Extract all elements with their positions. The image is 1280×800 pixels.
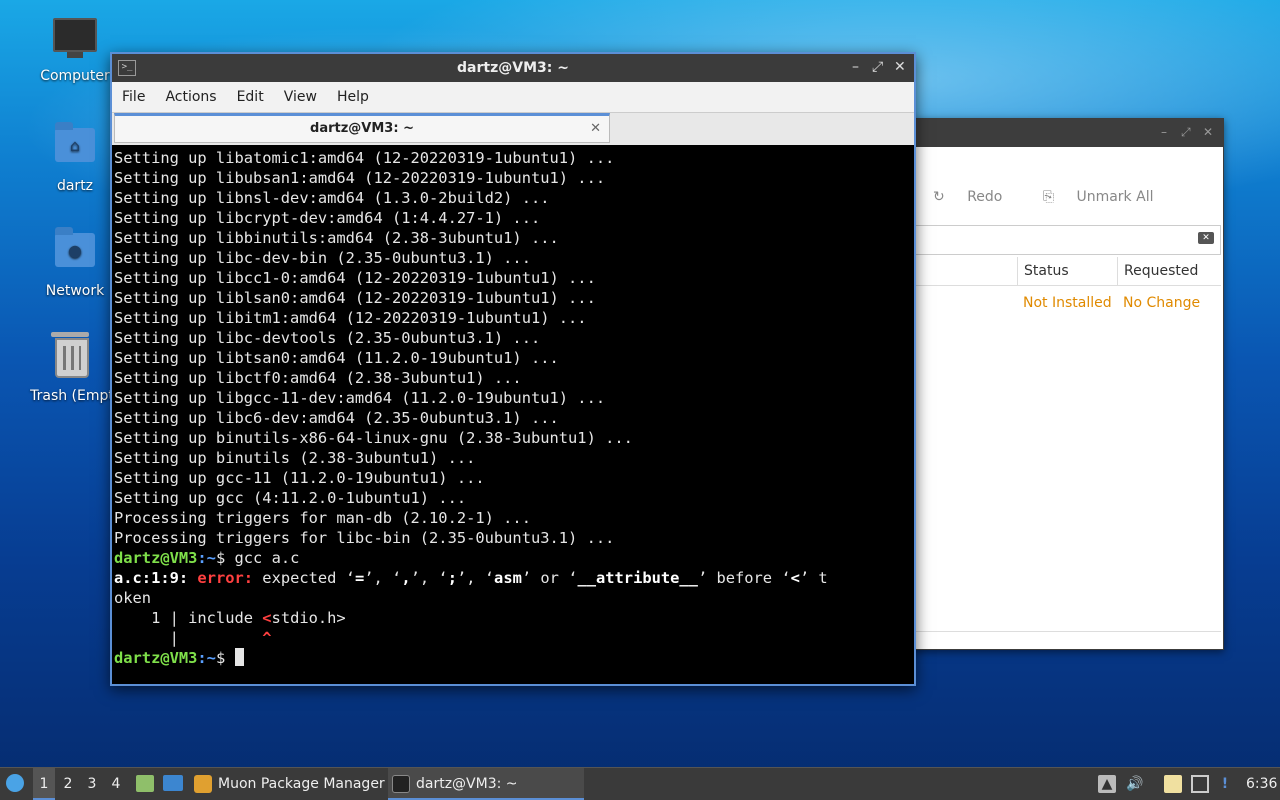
package-row-requested[interactable]: No Change <box>1123 295 1200 311</box>
redo-button[interactable]: ↻ Redo <box>933 189 1020 205</box>
workspace-4[interactable]: 4 <box>105 768 127 800</box>
unmark-all-button[interactable]: ⎘ Unmark All <box>1043 189 1172 205</box>
terminal-tab[interactable]: dartz@VM3: ~ ✕ <box>114 113 610 143</box>
desktop-icon-trash[interactable]: Trash (Empt <box>24 332 120 404</box>
package-row-status[interactable]: Not Installed <box>1023 295 1112 311</box>
error-line-wrap: oken <box>114 589 152 607</box>
output-line: Setting up gcc (4:11.2.0-1ubuntu1) ... <box>114 489 467 507</box>
output-line: Setting up libatomic1:amd64 (12-20220319… <box>114 149 615 167</box>
file-manager-icon <box>136 775 154 792</box>
error-code-line: 1 | include <stdio.h> <box>114 609 346 627</box>
terminal-window[interactable]: >_ dartz@VM3: ~ – ⤢ ✕ File Actions Edit Vie… <box>110 52 916 686</box>
output-line: Setting up libcc1-0:amd64 (12-20220319-1… <box>114 269 596 287</box>
error-marker-line: | ^ <box>114 629 272 647</box>
menu-view[interactable]: View <box>274 82 327 105</box>
command-line: dartz@VM3:~$ gcc a.c <box>114 549 300 567</box>
clock[interactable]: 6:36 <box>1246 768 1277 800</box>
computer-icon <box>53 18 97 62</box>
clear-search-icon[interactable]: ✕ <box>1198 232 1214 244</box>
desktop-icon-label: Trash (Empt <box>30 388 114 404</box>
clipboard-icon[interactable] <box>1164 775 1182 793</box>
output-line: Setting up libgcc-11-dev:amd64 (11.2.0-1… <box>114 389 606 407</box>
volume-icon[interactable]: 🔊 <box>1126 775 1144 793</box>
output-line: Setting up libc6-dev:amd64 (2.35-0ubuntu… <box>114 409 559 427</box>
workspace-3[interactable]: 3 <box>81 768 103 800</box>
terminal-titlebar[interactable]: >_ dartz@VM3: ~ – ⤢ ✕ <box>112 54 914 82</box>
muon-search-input[interactable]: ✕ <box>913 225 1221 255</box>
desktop-icon-label: Computer <box>40 68 110 84</box>
output-line: Setting up binutils (2.38-3ubuntu1) ... <box>114 449 476 467</box>
output-line: Setting up libc-devtools (2.35-0ubuntu3.… <box>114 329 541 347</box>
terminal-menubar: File Actions Edit View Help <box>112 82 914 113</box>
terminal-title: dartz@VM3: ~ <box>457 60 569 76</box>
trash-icon <box>50 332 94 382</box>
output-line: Processing triggers for man-db (2.10.2-1… <box>114 509 531 527</box>
muon-icon <box>194 775 212 793</box>
workspace-2[interactable]: 2 <box>57 768 79 800</box>
terminal-icon <box>392 775 410 793</box>
muon-titlebar[interactable]: – ⤢ ✕ <box>913 119 1223 147</box>
terminal-output[interactable]: Setting up libatomic1:amd64 (12-20220319… <box>112 146 914 684</box>
output-line: Processing triggers for libc-bin (2.35-0… <box>114 529 615 547</box>
app-menu-button[interactable] <box>4 768 28 800</box>
update-notifier-icon[interactable]: ▲ <box>1098 775 1116 793</box>
task-terminal[interactable]: dartz@VM3: ~ <box>388 768 584 800</box>
close-icon[interactable]: ✕ <box>1203 125 1213 139</box>
desktop-icon-computer[interactable]: Computer <box>27 18 123 84</box>
home-folder-icon: ⌂ <box>53 122 97 172</box>
menu-help[interactable]: Help <box>327 82 379 105</box>
output-lines: Setting up libatomic1:amd64 (12-20220319… <box>114 148 912 548</box>
column-header-status[interactable]: Status <box>1017 257 1116 285</box>
unmark-icon: ⎘ <box>1042 189 1055 205</box>
minimize-icon[interactable]: – <box>1161 125 1167 139</box>
output-line: Setting up libtsan0:amd64 (11.2.0-19ubun… <box>114 349 559 367</box>
muon-column-headers: Status Requested <box>913 257 1221 286</box>
task-muon[interactable]: Muon Package Manager <box>190 768 393 800</box>
desktop-icon-label: Network <box>45 283 105 299</box>
taskbar: 1 2 3 4 Muon Package Manager dartz@VM3: … <box>0 767 1280 800</box>
output-line: Setting up libcrypt-dev:amd64 (1:4.4.27-… <box>114 209 541 227</box>
close-icon[interactable]: ✕ <box>894 59 906 75</box>
error-line: a.c:1:9: error: expected ‘=’, ‘,’, ‘;’, … <box>114 569 828 587</box>
muon-divider <box>913 631 1221 632</box>
workspace-1[interactable]: 1 <box>33 768 55 800</box>
current-prompt[interactable]: dartz@VM3:~$ <box>114 648 912 668</box>
output-line: Setting up libctf0:amd64 (2.38-3ubuntu1)… <box>114 369 522 387</box>
tab-label: dartz@VM3: ~ <box>310 121 414 136</box>
output-line: Setting up libnsl-dev:amd64 (1.3.0-2buil… <box>114 189 550 207</box>
text-cursor <box>234 648 244 666</box>
close-tab-icon[interactable]: ✕ <box>590 116 601 142</box>
redo-icon: ↻ <box>933 189 945 205</box>
maximize-icon[interactable]: ⤢ <box>1181 125 1191 140</box>
output-line: Setting up libitm1:amd64 (12-20220319-1u… <box>114 309 587 327</box>
output-line: Setting up liblsan0:amd64 (12-20220319-1… <box>114 289 596 307</box>
maximize-icon[interactable]: ⤢ <box>872 59 883 75</box>
menu-actions[interactable]: Actions <box>155 82 226 105</box>
lubuntu-logo-icon <box>6 774 24 792</box>
minimize-icon[interactable]: – <box>852 59 859 75</box>
output-line: Setting up libc-dev-bin (2.35-0ubuntu3.1… <box>114 249 531 267</box>
notification-icon[interactable]: ! <box>1216 775 1234 793</box>
file-manager-launcher[interactable] <box>134 768 156 800</box>
output-line: Setting up libbinutils:amd64 (2.38-3ubun… <box>114 229 559 247</box>
muon-window[interactable]: – ⤢ ✕ ↻ Redo ⎘ Unmark All ✕ Status Reque… <box>912 118 1224 650</box>
column-header-requested[interactable]: Requested <box>1117 257 1220 285</box>
terminal-tabbar: dartz@VM3: ~ ✕ <box>112 113 914 145</box>
menu-edit[interactable]: Edit <box>227 82 274 105</box>
desktop-icon <box>163 775 183 791</box>
output-line: Setting up gcc-11 (11.2.0-19ubuntu1) ... <box>114 469 485 487</box>
output-line: Setting up binutils-x86-64-linux-gnu (2.… <box>114 429 633 447</box>
desktop-icon-home[interactable]: ⌂ dartz <box>27 122 123 194</box>
desktop-icon-label: dartz <box>56 178 94 194</box>
show-desktop-launcher[interactable] <box>160 768 184 800</box>
menu-file[interactable]: File <box>112 82 155 105</box>
network-folder-icon: ● <box>53 227 97 277</box>
desktop-icon-network[interactable]: ● Network <box>27 227 123 299</box>
network-icon[interactable] <box>1191 775 1209 793</box>
muon-toolbar: ↻ Redo ⎘ Unmark All <box>933 189 1189 205</box>
output-line: Setting up libubsan1:amd64 (12-20220319-… <box>114 169 606 187</box>
